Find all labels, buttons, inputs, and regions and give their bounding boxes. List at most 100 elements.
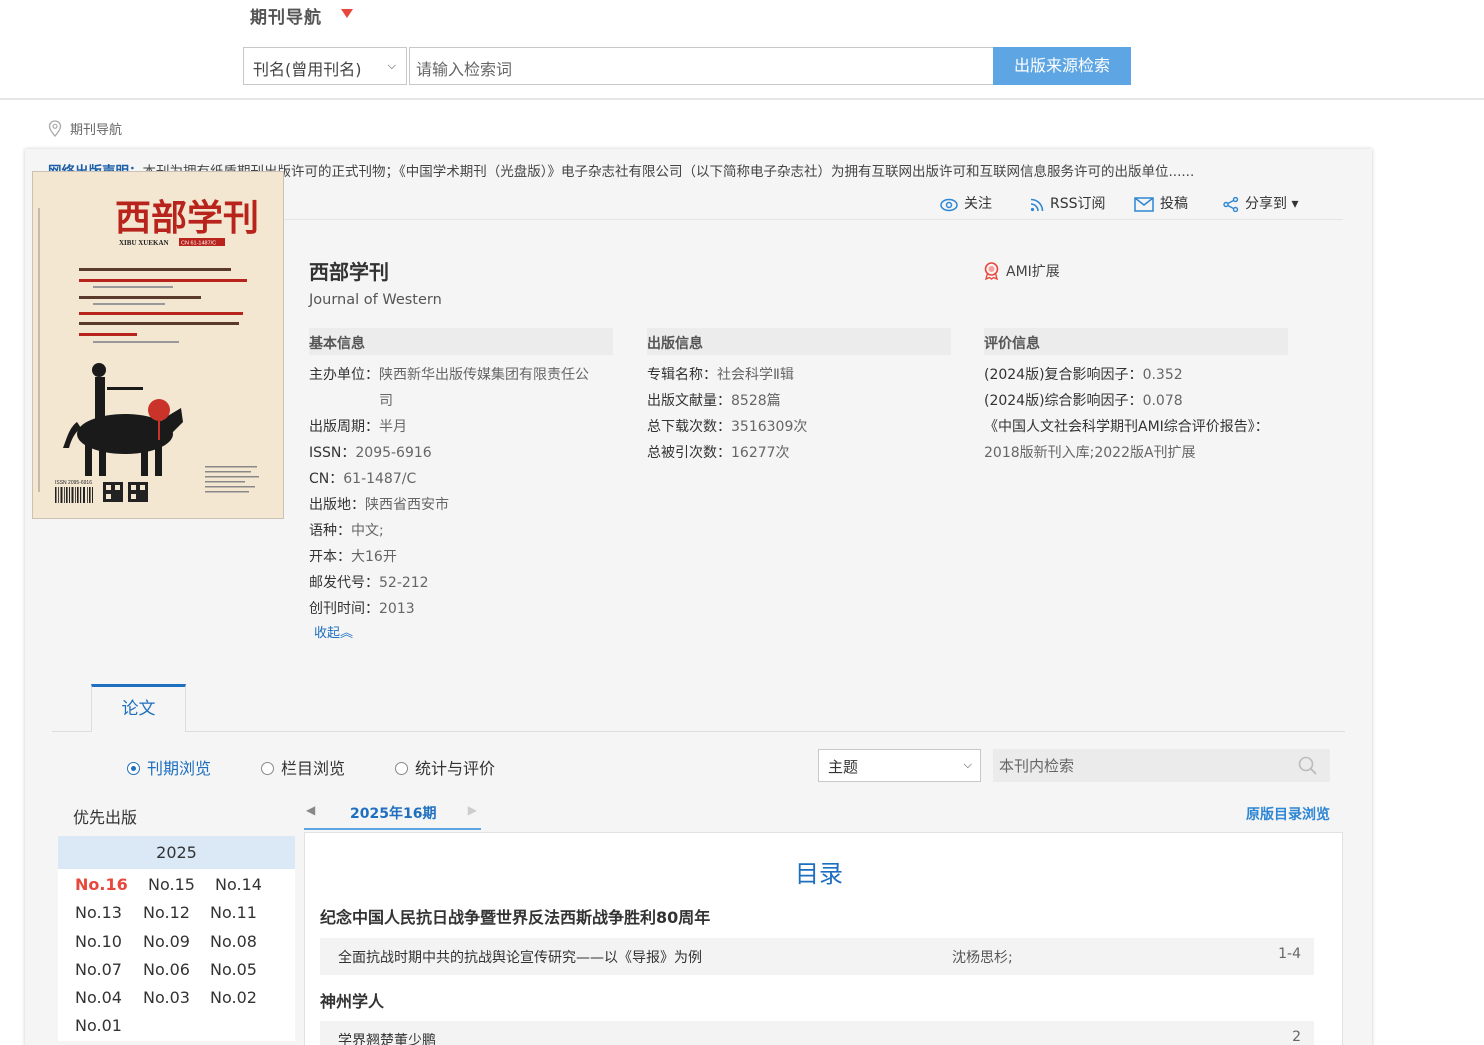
radio-unchecked-icon [395, 762, 408, 775]
search-field-select[interactable]: 主题 ⌵ [818, 749, 981, 782]
journal-nav-title[interactable]: 期刊导航 [250, 3, 322, 28]
documents-label: 出版文献量： [647, 393, 731, 409]
search-input[interactable]: 请输入检索词 [409, 47, 994, 85]
inner-search-placeholder: 本刊内检索 [999, 757, 1075, 775]
stats-evaluation-radio[interactable]: 统计与评价 [395, 755, 495, 779]
impact-factor-composite-label: (2024版)复合影响因子： [984, 367, 1143, 383]
format-label: 开本： [309, 549, 351, 565]
impact-factor-comprehensive-label: (2024版)综合影响因子： [984, 393, 1143, 409]
issue-year-list: 2025 No.16 No.15 No.14 No.13 No.12 No.11… [58, 836, 295, 1041]
browse-by-column-label: 栏目浏览 [281, 759, 346, 778]
journal-panel: 网络出版声明：本刊为拥有纸质期刊出版许可的正式刊物；《中国学术期刊（光盘版）》电… [25, 149, 1372, 1045]
article-row[interactable]: 全面抗战时期中共的抗战舆论宣传研究——以《导报》为例 沈杨思杉; 1-4 [320, 938, 1314, 975]
tab-bar-divider [52, 731, 1345, 732]
location-pin-icon [48, 120, 62, 141]
rss-label: RSS订阅 [1050, 196, 1106, 212]
issue-link[interactable]: No.14 [215, 875, 262, 894]
nav-caret-icon[interactable] [341, 9, 353, 18]
evaluation-info-list: (2024版)复合影响因子：0.352 (2024版)综合影响因子：0.078 … [984, 362, 1269, 466]
cover-cn-badge: CN 61-1487/C [181, 241, 216, 247]
basic-info-list: 主办单位：陕西新华出版传媒集团有限责任公 司 出版周期：半月 ISSN：2095… [309, 362, 589, 622]
issue-link[interactable]: No.05 [210, 960, 257, 979]
ami-report-label: 《中国人文社会科学期刊AMI综合评价报告》： [984, 419, 1269, 435]
article-pages: 2 [1292, 1029, 1301, 1045]
article-title[interactable]: 学界翘楚董少鹏 [338, 1030, 436, 1045]
year-2025-header[interactable]: 2025 [58, 836, 295, 869]
downloads-value: 3516309次 [731, 419, 808, 435]
issn-label: ISSN： [309, 445, 356, 461]
issue-link[interactable]: No.12 [143, 903, 190, 922]
browse-by-column-radio[interactable]: 栏目浏览 [261, 755, 345, 779]
original-toc-link[interactable]: 原版目录浏览 [1246, 804, 1330, 824]
search-button[interactable]: 出版来源检索 [993, 47, 1131, 85]
browse-by-issue-radio[interactable]: 刊期浏览 [127, 755, 211, 779]
rss-button[interactable]: RSS订阅 [1030, 193, 1106, 213]
tab-papers[interactable]: 论文 [91, 684, 186, 732]
search-type-select[interactable]: 刊名(曾用刊名) ⌵ [243, 47, 407, 85]
search-type-value: 刊名(曾用刊名) [253, 60, 362, 79]
documents-value: 8528篇 [731, 393, 781, 409]
founded-value: 2013 [379, 601, 415, 617]
divider [283, 219, 1343, 220]
place-label: 出版地： [309, 497, 365, 513]
publisher-value: 陕西新华出版传媒集团有限责任公 [379, 367, 589, 383]
impact-factor-comprehensive-value: 0.078 [1142, 393, 1183, 409]
issue-link[interactable]: No.09 [143, 932, 190, 951]
issue-link[interactable]: No.11 [210, 903, 257, 922]
issue-link[interactable]: No.01 [75, 1016, 122, 1035]
follow-button[interactable]: 关注 [940, 193, 992, 213]
issue-link[interactable]: No.04 [75, 988, 122, 1007]
share-button[interactable]: 分享到 ▾ [1223, 193, 1298, 213]
breadcrumb: 期刊导航 [48, 119, 122, 141]
series-label: 专辑名称： [647, 367, 717, 383]
follow-label: 关注 [964, 196, 992, 212]
stats-evaluation-label: 统计与评价 [415, 759, 496, 778]
toc-section-heading: 纪念中国人民抗日战争暨世界反法西斯战争胜利80周年 [320, 908, 711, 927]
format-value: 大16开 [351, 549, 397, 565]
submit-manuscript-button[interactable]: 投稿 [1134, 193, 1188, 213]
ami-badge: AMI扩展 [983, 261, 1060, 281]
impact-factor-composite-value: 0.352 [1142, 367, 1183, 383]
issue-link[interactable]: No.16 [75, 875, 128, 894]
collapse-link[interactable]: 收起︽ [314, 622, 353, 641]
issue-link[interactable]: No.06 [143, 960, 190, 979]
issn-value: 2095-6916 [355, 445, 432, 461]
issue-link[interactable]: No.03 [143, 988, 190, 1007]
publication-info-heading: 出版信息 [647, 328, 951, 355]
table-of-contents: 目录 纪念中国人民抗日战争暨世界反法西斯战争胜利80周年 全面抗战时期中共的抗战… [304, 832, 1343, 1045]
issue-link[interactable]: No.02 [210, 988, 257, 1007]
article-author[interactable]: 沈杨思杉; [952, 947, 1013, 967]
issue-link[interactable]: No.07 [75, 960, 122, 979]
publisher-value-cont: 司 [379, 393, 393, 409]
publication-info-list: 专辑名称：社会科学Ⅱ辑 出版文献量：8528篇 总下载次数：3516309次 总… [647, 362, 807, 466]
issue-link[interactable]: No.08 [210, 932, 257, 951]
journal-inner-search-input[interactable]: 本刊内检索 [993, 749, 1330, 782]
cover-issn: ISSN 2095-6916 [55, 480, 92, 486]
breadcrumb-item[interactable]: 期刊导航 [70, 123, 122, 138]
downloads-label: 总下载次数： [647, 419, 731, 435]
article-row[interactable]: 学界翘楚董少鹏 2 [320, 1021, 1314, 1045]
citations-label: 总被引次数： [647, 445, 731, 461]
founded-label: 创刊时间： [309, 601, 379, 617]
cycle-value: 半月 [379, 419, 407, 435]
cycle-label: 出版周期： [309, 419, 379, 435]
language-value: 中文; [351, 523, 384, 539]
chevron-down-icon: ⌵ [387, 59, 396, 72]
issue-link[interactable]: No.13 [75, 903, 122, 922]
language-label: 语种： [309, 523, 351, 539]
citations-value: 16277次 [731, 445, 790, 461]
article-title[interactable]: 全面抗战时期中共的抗战舆论宣传研究——以《导报》为例 [338, 947, 702, 967]
issue-link[interactable]: No.15 [148, 875, 195, 894]
series-value: 社会科学Ⅱ辑 [717, 367, 794, 383]
ami-report-value: 2018版新刊入库;2022版A刊扩展 [984, 445, 1196, 461]
prev-issue-arrow-icon[interactable]: ◀ [306, 803, 315, 817]
issue-link[interactable]: No.10 [75, 932, 122, 951]
submit-label: 投稿 [1160, 196, 1188, 212]
next-issue-arrow-icon[interactable]: ▶ [468, 803, 477, 817]
priority-publication-link[interactable]: 优先出版 [73, 804, 137, 828]
notice-text: 本刊为拥有纸质期刊出版许可的正式刊物；《中国学术期刊（光盘版）》电子杂志社有限公… [142, 164, 1195, 180]
issue-navigator: ◀ 2025年16期 ▶ [304, 799, 481, 830]
postal-code-label: 邮发代号： [309, 575, 379, 591]
search-icon[interactable] [1298, 756, 1318, 776]
journal-cover-image: 西部学刊 XIBU XUEKAN CN 61-1487/C ISSN 2095-… [32, 171, 284, 519]
